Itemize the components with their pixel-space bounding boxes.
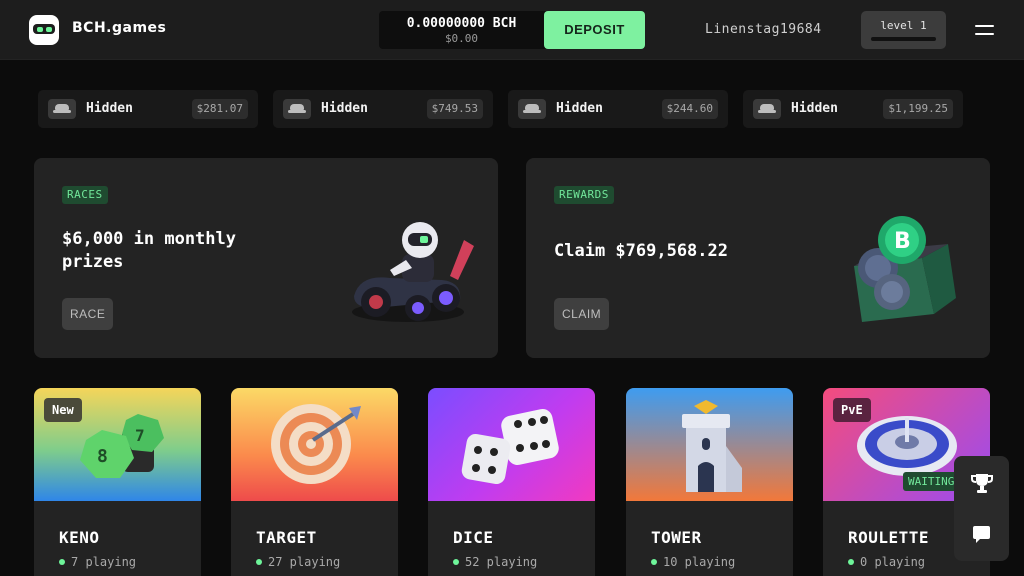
online-dot-icon (453, 559, 459, 565)
win-amount: $1,199.25 (883, 99, 953, 119)
level-indicator[interactable]: level 1 (861, 11, 946, 49)
incognito-icon (753, 99, 781, 119)
recent-win-item[interactable]: Hidden $1,199.25 (743, 90, 963, 128)
target-artwork (231, 388, 398, 501)
recent-win-item[interactable]: Hidden $281.07 (38, 90, 258, 128)
svg-text:8: 8 (97, 446, 108, 467)
chat-bubble-icon[interactable] (972, 525, 991, 544)
online-dot-icon (256, 559, 262, 565)
races-tag: RACES (62, 186, 108, 204)
races-title-line2: prizes (62, 252, 124, 272)
balance-usd: $0.00 (444, 32, 479, 45)
robot-face-icon[interactable] (29, 15, 59, 45)
races-promo-card: RACES $6,000 in monthly prizes RACE (34, 158, 498, 358)
level-progress-bar (871, 37, 936, 41)
players-count: 10 playing (651, 555, 735, 569)
players-count: 0 playing (848, 555, 925, 569)
game-card-target[interactable]: TARGET 27 playing (231, 388, 398, 576)
game-title: ROULETTE (848, 528, 930, 547)
win-player-name: Hidden (86, 101, 133, 116)
svg-text:7: 7 (135, 426, 145, 445)
hamburger-menu-icon[interactable] (975, 22, 995, 38)
dice-artwork (428, 388, 595, 501)
game-title: TARGET (256, 528, 317, 547)
game-card-dice[interactable]: DICE 52 playing (428, 388, 595, 576)
incognito-icon (518, 99, 546, 119)
username[interactable]: Linenstag19684 (705, 22, 822, 37)
floating-action-panel (954, 456, 1009, 561)
balance-bch: 0.00000000 BCH (406, 16, 517, 31)
game-title: TOWER (651, 528, 702, 547)
trophy-icon[interactable] (971, 472, 993, 494)
rewards-title: Claim $769,568.22 (554, 241, 728, 261)
win-player-name: Hidden (556, 101, 603, 116)
rewards-tag: REWARDS (554, 186, 614, 204)
game-card-keno[interactable]: 7 8 New KENO 7 playing (34, 388, 201, 576)
deposit-button[interactable]: DEPOSIT (544, 11, 645, 49)
rewards-promo-card: REWARDS Claim $769,568.22 CLAIM B (526, 158, 990, 358)
players-count: 52 playing (453, 555, 537, 569)
svg-text:B: B (894, 229, 911, 254)
online-dot-icon (59, 559, 65, 565)
keno-artwork: 7 8 New (34, 388, 201, 501)
players-count: 7 playing (59, 555, 136, 569)
top-header: BCH.games 0.00000000 BCH $0.00 DEPOSIT L… (0, 0, 1024, 60)
players-count: 27 playing (256, 555, 340, 569)
game-title: KENO (59, 528, 100, 547)
waiting-status-badge: WAITING (903, 472, 960, 491)
online-dot-icon (651, 559, 657, 565)
online-dot-icon (848, 559, 854, 565)
brand-name[interactable]: BCH.games (72, 20, 166, 36)
incognito-icon (48, 99, 76, 119)
win-amount: $281.07 (191, 99, 248, 119)
pve-badge: PvE (833, 398, 871, 422)
level-label: level 1 (880, 19, 927, 32)
win-player-name: Hidden (791, 101, 838, 116)
treasure-chest-illustration: B (854, 216, 956, 322)
win-amount: $244.60 (661, 99, 718, 119)
new-badge: New (44, 398, 82, 422)
claim-button[interactable]: CLAIM (554, 298, 610, 330)
recent-win-item[interactable]: Hidden $244.60 (508, 90, 728, 128)
races-title-line1: $6,000 in monthly (62, 229, 236, 249)
race-button[interactable]: RACE (62, 298, 114, 330)
go-kart-robot-illustration (352, 222, 474, 322)
game-title: DICE (453, 528, 494, 547)
win-player-name: Hidden (321, 101, 368, 116)
tower-illustration (682, 400, 742, 492)
win-amount: $749.53 (426, 99, 483, 119)
game-card-tower[interactable]: TOWER 10 playing (626, 388, 793, 576)
incognito-icon (283, 99, 311, 119)
dice-illustration (461, 409, 559, 485)
recent-win-item[interactable]: Hidden $749.53 (273, 90, 493, 128)
races-title: $6,000 in monthly prizes (62, 228, 236, 274)
tower-artwork (626, 388, 793, 501)
dartboard-illustration (271, 404, 361, 484)
